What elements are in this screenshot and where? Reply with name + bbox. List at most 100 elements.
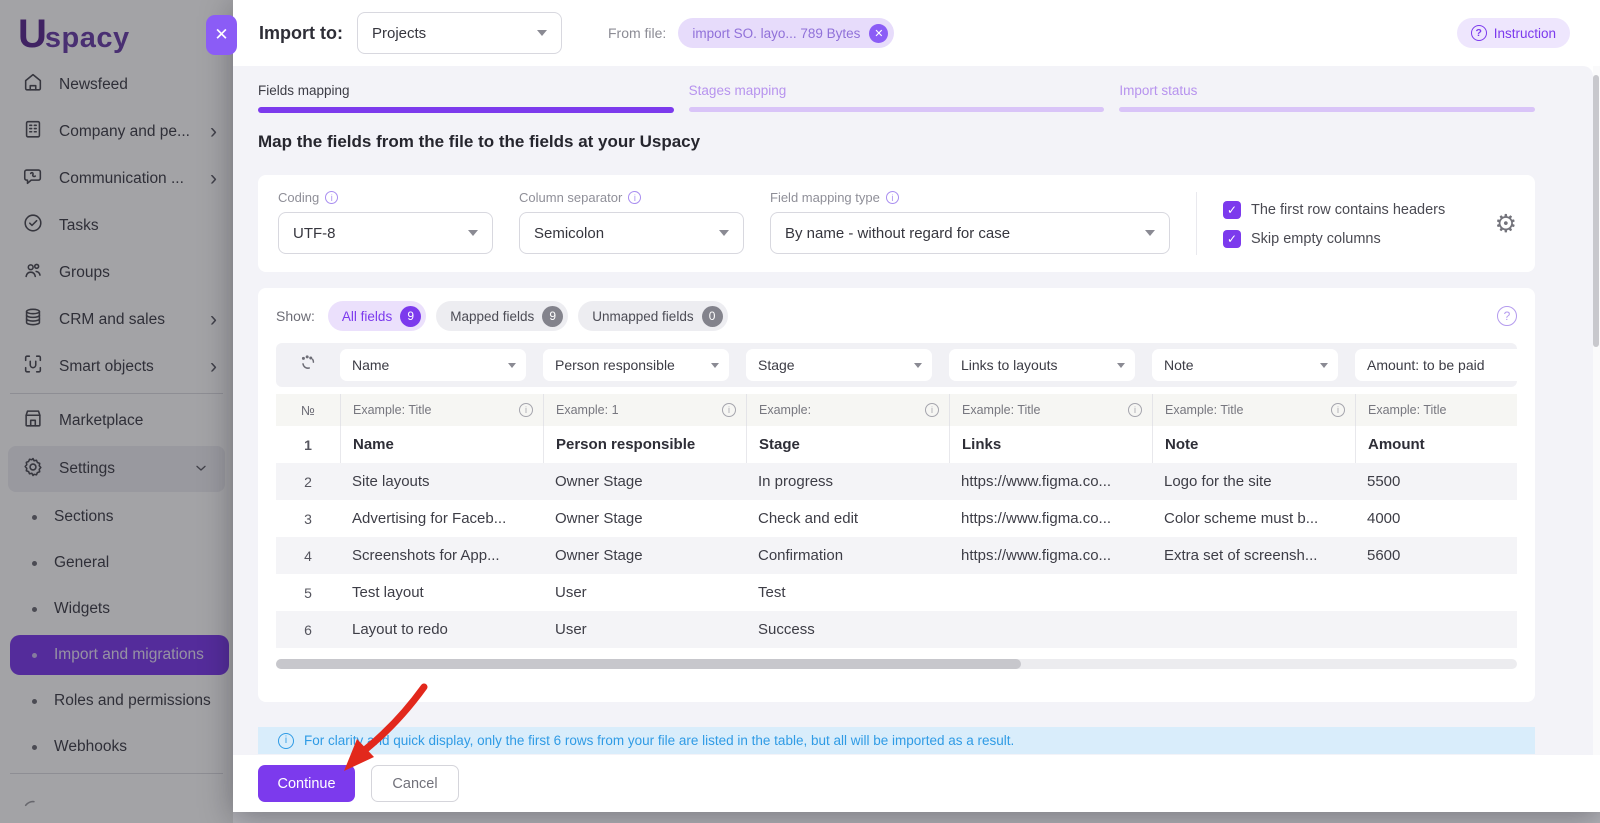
chevron-down-icon (711, 362, 719, 368)
vertical-scrollbar-thumb[interactable] (1593, 75, 1599, 347)
advanced-settings-gear-icon[interactable]: ⚙ (1495, 209, 1517, 238)
table-cell: Name (340, 426, 543, 463)
table-row: 6 Layout to redo User Success (276, 611, 1517, 648)
example-row: № Example: Title i Example: 1i Example: i … (276, 394, 1517, 426)
instruction-button[interactable]: ? Instruction (1456, 18, 1570, 48)
help-question-icon[interactable]: ? (1497, 306, 1517, 326)
step-progress-bar (688, 107, 1105, 112)
vertical-scrollbar[interactable] (1593, 66, 1600, 755)
step-label: Import status (1119, 83, 1198, 98)
row-number: 5 (304, 584, 312, 601)
mapping-table: Name Person responsible Stage Links to l… (276, 343, 1517, 648)
table-row: 4 Screenshots for App... Owner Stage Con… (276, 537, 1517, 574)
field-mapping-type-select[interactable]: By name - without regard for case (770, 212, 1170, 254)
table-row: 2 Site layouts Owner Stage In progress h… (276, 463, 1517, 500)
example-cell: Example: Title (1355, 394, 1517, 426)
info-circle-icon: i (325, 191, 339, 204)
table-cell: Links (949, 426, 1152, 463)
info-circle-icon: i (628, 191, 642, 204)
column-separator-value: Semicolon (534, 224, 605, 242)
count-badge: 0 (701, 305, 723, 327)
continue-button[interactable]: Continue (258, 765, 355, 802)
table-cell: Test layout (352, 584, 424, 601)
info-circle-icon: i (1128, 403, 1142, 417)
row-number: 1 (304, 436, 312, 453)
table-cell: Layout to redo (352, 621, 448, 638)
column-separator-select[interactable]: Semicolon (519, 212, 744, 254)
column-separator-label: Column separator (519, 190, 623, 205)
import-to-label: Import to: (259, 22, 343, 43)
table-cell: Note (1152, 426, 1355, 463)
skip-empty-columns-checkbox[interactable]: ✓ Skip empty columns (1223, 230, 1445, 248)
table-row: 3 Advertising for Faceb... Owner Stage C… (276, 500, 1517, 537)
page-title: Map the fields from the file to the fiel… (258, 132, 701, 151)
chevron-down-icon (468, 230, 478, 236)
filter-mapped-fields[interactable]: Mapped fields 9 (436, 301, 569, 331)
horizontal-scrollbar[interactable] (276, 659, 1517, 669)
example-cell: Example: i (746, 394, 949, 426)
table-cell: https://www.figma.co... (961, 547, 1112, 564)
step-label: Stages mapping (688, 83, 787, 98)
field-select-value: Name (352, 357, 390, 373)
table-cell: Color scheme must b... (1164, 510, 1319, 527)
horizontal-scrollbar-thumb[interactable] (276, 659, 1021, 669)
table-cell: Screenshots for App... (352, 547, 500, 564)
row-number: 6 (304, 621, 312, 638)
first-row-headers-checkbox[interactable]: ✓ The first row contains headers (1223, 201, 1445, 219)
filter-unmapped-fields[interactable]: Unmapped fields 0 (578, 301, 728, 331)
chevron-down-icon (1320, 362, 1328, 368)
close-icon: ✕ (214, 25, 229, 44)
chevron-down-icon (536, 30, 547, 36)
field-select-links-to-layouts[interactable]: Links to layouts (949, 349, 1135, 381)
wizard-footer: Continue Cancel (233, 755, 1593, 812)
filter-label: All fields (341, 308, 393, 324)
column-separator-group: Column separator i Semicolon (519, 188, 744, 259)
filter-label: Unmapped fields (592, 308, 694, 324)
import-target-select[interactable]: Projects (356, 12, 562, 54)
mapping-table-card: Show: All fields 9 Mapped fields 9 Unmap… (258, 288, 1535, 702)
modal-dim-overlay (0, 0, 233, 823)
checkbox-label: Skip empty columns (1251, 231, 1381, 247)
step-import-status: Import status (1119, 83, 1536, 113)
table-cell: https://www.figma.co... (961, 510, 1112, 527)
wizard-header: Import to: Projects From file: import SO… (233, 0, 1600, 66)
info-circle-icon: i (722, 403, 736, 417)
import-wizard-panel: Import to: Projects From file: import SO… (233, 0, 1600, 812)
table-cell: Stage (746, 426, 949, 463)
number-symbol: № (301, 402, 315, 418)
unlinked-icon (298, 353, 318, 378)
coding-group: Coding i UTF-8 (278, 188, 493, 259)
field-select-value: Note (1164, 357, 1194, 373)
field-select-amount[interactable]: Amount: to be paid (1355, 349, 1517, 381)
step-progress-bar (258, 107, 674, 113)
step-progress-bar (1119, 107, 1536, 112)
info-banner: i For clarity and quick display, only th… (258, 727, 1535, 754)
coding-select[interactable]: UTF-8 (278, 212, 493, 254)
field-select-name[interactable]: Name (340, 349, 526, 381)
import-checkboxes: ✓ The first row contains headers ✓ Skip … (1223, 188, 1445, 259)
cancel-button[interactable]: Cancel (371, 765, 459, 802)
field-select-value: Person responsible (555, 357, 675, 373)
field-select-value: Stage (758, 357, 795, 373)
row-number: 3 (304, 510, 312, 527)
table-cell: User (555, 621, 587, 638)
table-cell: Extra set of screensh... (1164, 547, 1318, 564)
field-select-person-responsible[interactable]: Person responsible (543, 349, 729, 381)
show-label: Show: (276, 308, 315, 324)
checkbox-label: The first row contains headers (1251, 202, 1446, 218)
count-badge: 9 (542, 305, 564, 327)
instruction-label: Instruction (1493, 25, 1556, 41)
field-select-note[interactable]: Note (1152, 349, 1338, 381)
chevron-down-icon (719, 230, 729, 236)
chevron-down-icon (508, 362, 516, 368)
close-button[interactable]: ✕ (206, 15, 237, 55)
remove-file-button[interactable]: ✕ (869, 23, 889, 43)
field-select-value: Amount: to be paid (1367, 357, 1485, 373)
field-mapping-type-label: Field mapping type (770, 190, 880, 205)
field-select-stage[interactable]: Stage (746, 349, 932, 381)
step-label: Fields mapping (258, 83, 350, 98)
coding-label: Coding (278, 190, 320, 205)
filter-all-fields[interactable]: All fields 9 (327, 301, 427, 331)
example-text: Example: 1 (556, 403, 619, 417)
question-circle-icon: ? (1470, 25, 1487, 41)
